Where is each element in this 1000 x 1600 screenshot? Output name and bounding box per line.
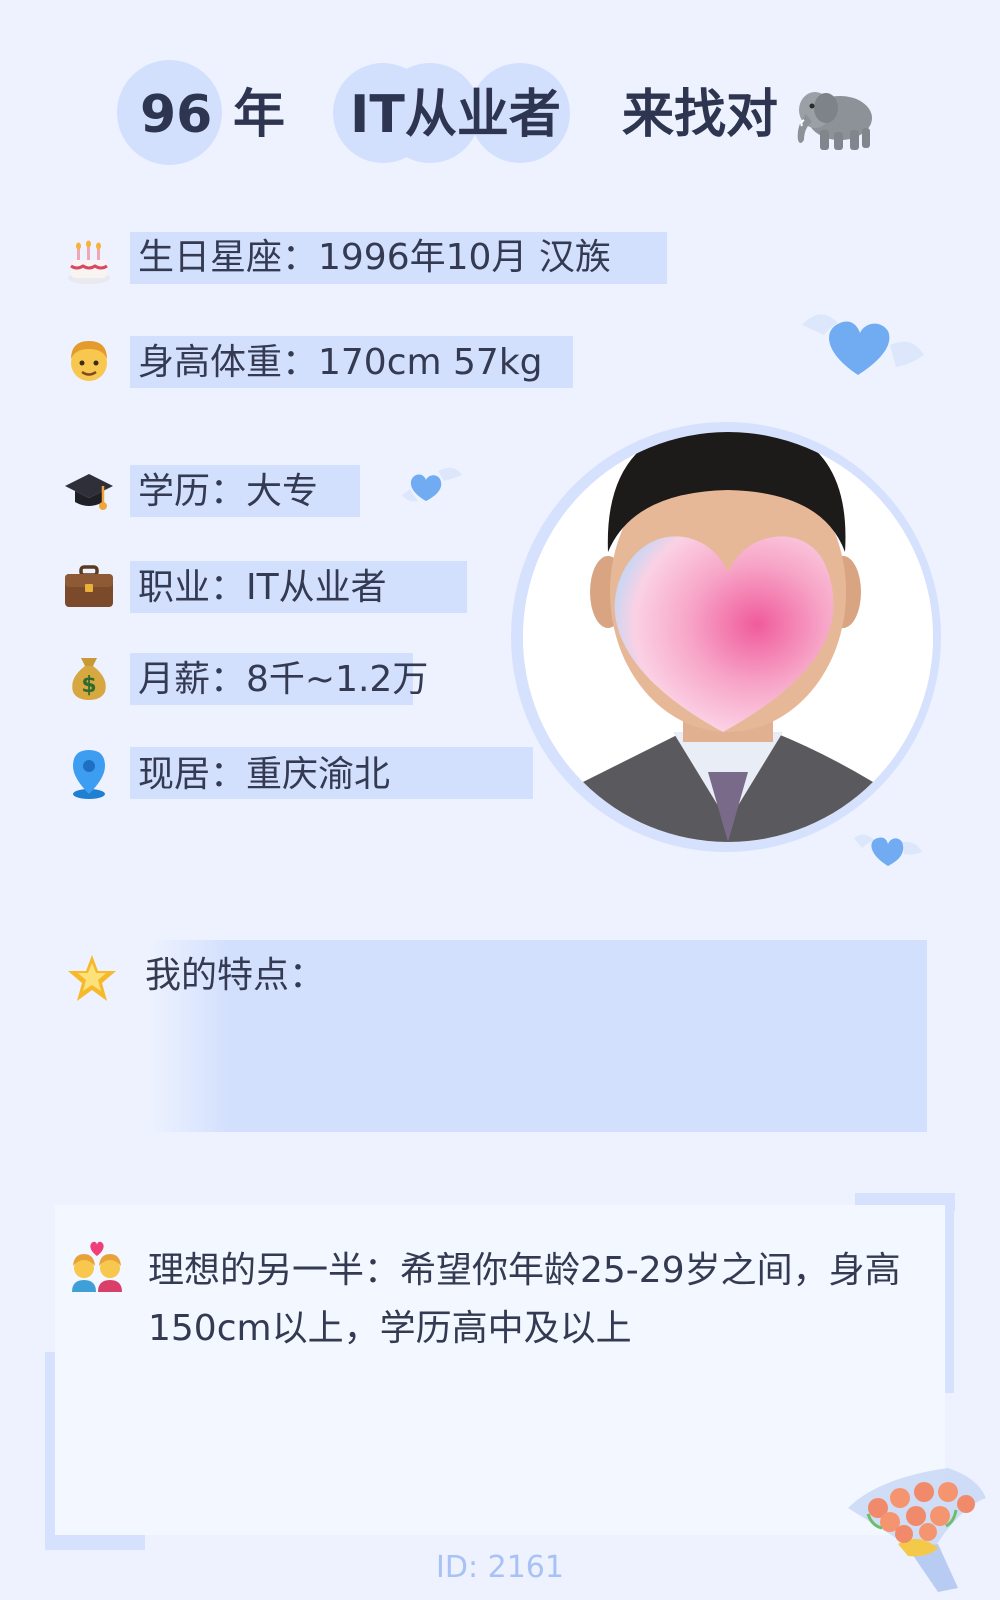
location-pin-icon (65, 748, 113, 799)
small-heart-icon (402, 467, 462, 502)
info-residence: 现居：重庆渝北 (138, 754, 391, 795)
header-occupation: IT从业者 (350, 85, 561, 145)
info-education: 学历：大专 (138, 471, 319, 512)
money-bag-icon: $ (65, 654, 113, 702)
man-icon (65, 337, 113, 385)
info-occupation: 职业：IT从业者 (138, 567, 387, 608)
cake-icon (65, 238, 113, 286)
features-label: 我的特点： (145, 955, 326, 996)
header-year-number: 96 (140, 85, 213, 145)
briefcase-icon (63, 563, 113, 611)
header-year-unit: 年 (233, 85, 286, 145)
info-birth: 生日星座：1996年10月 汉族 (138, 237, 611, 278)
couple-heart-icon (68, 1240, 126, 1292)
graduation-cap-icon (63, 468, 113, 516)
winged-heart-icon (802, 314, 924, 375)
info-height-weight: 身高体重：170cm 57kg (138, 342, 543, 383)
profile-id: ID: 2161 (436, 1550, 564, 1585)
small-heart-icon (854, 834, 922, 866)
info-salary: 月薪：8千~1.2万 (138, 659, 429, 700)
header-looking: 来找对 (622, 85, 779, 145)
svg-text:$: $ (81, 673, 96, 698)
profile-photo (523, 432, 933, 842)
ideal-partner-text: 理想的另一半：希望你年龄25-29岁之间，身高150cm以上，学历高中及以上 (148, 1250, 901, 1349)
star-icon (66, 953, 118, 1005)
elephant-icon (797, 92, 872, 150)
